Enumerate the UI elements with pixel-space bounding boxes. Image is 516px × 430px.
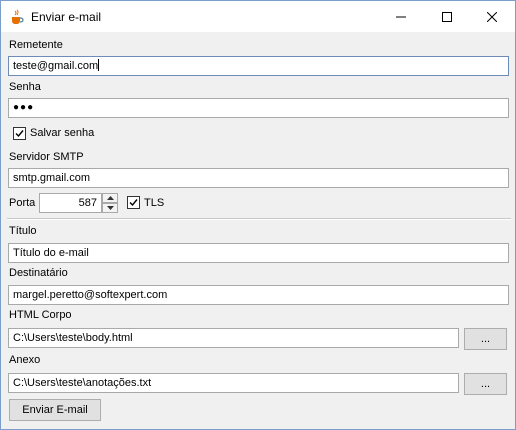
attachment-path-input[interactable]: C:\Users\teste\anotações.txt xyxy=(8,373,459,393)
checkmark-icon xyxy=(129,199,138,207)
email-dialog-window: Enviar e-mail Remetente teste@gmail.com … xyxy=(0,0,516,430)
browse-button-label: ... xyxy=(480,378,491,390)
html-body-path-value: C:\Users\teste\body.html xyxy=(13,332,133,344)
text-caret xyxy=(98,59,100,71)
subject-value: Título do e-mail xyxy=(13,247,89,259)
html-body-label: HTML Corpo xyxy=(9,309,72,321)
spinner-up-button[interactable] xyxy=(102,193,118,203)
attachment-path-value: C:\Users\teste\anotações.txt xyxy=(13,377,152,389)
html-body-browse-button[interactable]: ... xyxy=(464,328,507,350)
port-spinner[interactable] xyxy=(102,193,118,213)
window-title: Enviar e-mail xyxy=(31,10,102,24)
password-input[interactable]: ●●● xyxy=(8,98,509,118)
close-icon xyxy=(487,11,497,22)
password-mask: ●●● xyxy=(13,102,35,113)
checkmark-icon xyxy=(15,130,24,138)
arrow-up-icon xyxy=(106,196,114,200)
section-separator xyxy=(7,218,511,220)
browse-button-label: ... xyxy=(480,333,491,345)
minimize-button[interactable] xyxy=(378,1,424,32)
port-value: 587 xyxy=(78,197,97,209)
html-body-path-input[interactable]: C:\Users\teste\body.html xyxy=(8,328,459,348)
recipient-label: Destinatário xyxy=(9,267,68,279)
sender-label: Remetente xyxy=(9,39,63,51)
smtp-server-input[interactable]: smtp.gmail.com xyxy=(8,168,509,188)
subject-input[interactable]: Título do e-mail xyxy=(8,243,509,263)
maximize-icon xyxy=(442,11,452,22)
attachment-browse-button[interactable]: ... xyxy=(464,373,507,395)
smtp-server-value: smtp.gmail.com xyxy=(13,172,91,184)
recipient-input[interactable]: margel.peretto@softexpert.com xyxy=(8,285,509,305)
password-label: Senha xyxy=(9,81,41,93)
send-email-button-label: Enviar E-mail xyxy=(22,404,88,416)
title-bar[interactable]: Enviar e-mail xyxy=(1,1,515,32)
spinner-down-button[interactable] xyxy=(102,203,118,213)
save-password-label: Salvar senha xyxy=(30,127,95,139)
java-cup-icon xyxy=(9,9,25,25)
close-button[interactable] xyxy=(469,1,515,32)
port-input[interactable]: 587 xyxy=(39,193,102,213)
port-label: Porta xyxy=(9,197,36,209)
arrow-down-icon xyxy=(106,206,114,210)
attachment-label: Anexo xyxy=(9,354,41,366)
save-password-checkbox[interactable] xyxy=(13,127,26,140)
sender-input[interactable]: teste@gmail.com xyxy=(8,56,509,76)
send-email-button[interactable]: Enviar E-mail xyxy=(9,399,101,421)
tls-label: TLS xyxy=(144,197,165,209)
sender-value: teste@gmail.com xyxy=(13,60,99,72)
minimize-icon xyxy=(396,16,406,17)
subject-label: Título xyxy=(9,225,37,237)
smtp-server-label: Servidor SMTP xyxy=(9,151,84,163)
tls-checkbox[interactable] xyxy=(127,196,140,209)
maximize-button[interactable] xyxy=(424,1,470,32)
recipient-value: margel.peretto@softexpert.com xyxy=(13,289,168,301)
